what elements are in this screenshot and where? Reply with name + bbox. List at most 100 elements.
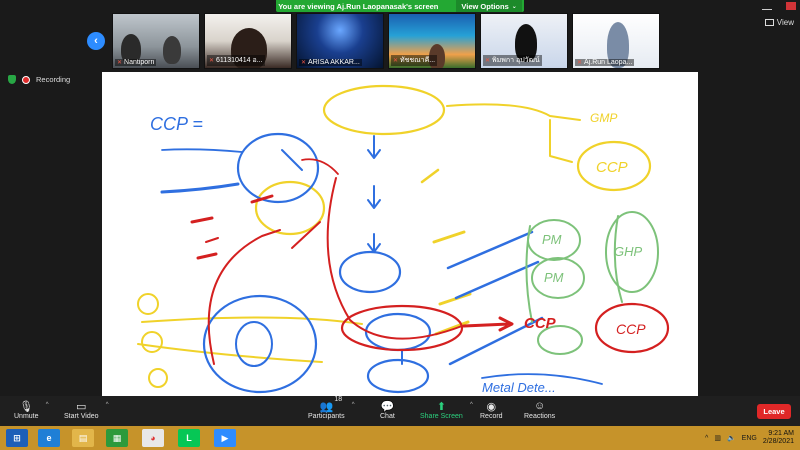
chevron-up-icon[interactable]: ^ [352,402,355,408]
leave-button[interactable]: Leave [757,404,791,419]
chevron-down-icon: ⌄ [511,3,517,10]
start-video-label: Start Video [64,413,99,420]
participants-button[interactable]: 👥 18 Participants ^ [308,396,355,420]
label-ccp-red-circle: CCP [616,321,646,337]
window-controls [762,2,796,10]
view-options-label: View Options [461,1,509,11]
view-options-button[interactable]: View Options ⌄ [456,0,522,12]
muted-mic-icon: ✕ [301,60,307,66]
participant-name: ✕ Nantiporn [115,59,157,66]
reactions-icon: ☺ [533,400,546,412]
yellow-circle-3 [148,368,168,388]
yellow-mark [438,292,472,306]
blue-ellipse [364,312,432,352]
clock-date: 2/28/2021 [762,438,794,445]
chat-button[interactable]: 💬 Chat [380,399,395,421]
line-icon[interactable]: L [178,429,200,447]
chevron-up-icon[interactable]: ^ [46,402,49,408]
yellow-circle-2 [141,331,163,353]
language-indicator[interactable]: ENG [742,435,757,442]
reactions-label: Reactions [524,413,556,420]
label-gmp: GMP [590,111,617,125]
green-bracket [525,225,533,323]
tray-chevron-icon[interactable]: ^ [705,435,708,442]
muted-mic-icon: ✕ [577,60,583,66]
whiteboard-drawing: CCP = GMP CCP CCP CCP PM PM GHP Metal De… [137,84,670,395]
yellow-ellipse-left [254,180,326,236]
minimize-icon[interactable] [762,2,772,10]
file-explorer-icon[interactable]: ▤ [72,429,94,447]
participants-icon: 👥 18 [319,396,343,413]
shield-icon[interactable] [8,75,16,84]
record-icon: ◉ [486,400,497,413]
yellow-mark [420,168,440,184]
unmute-label: Unmute [14,413,39,420]
blue-arrow [367,233,381,253]
chrome-icon[interactable]: ◕ [142,429,164,447]
clock-time: 9:21 AM [768,430,794,437]
system-tray: ^ ▥ 🔈 ENG 9:21 AM 2/28/2021 [705,430,794,446]
record-button[interactable]: ◉ Record [480,399,503,421]
blue-line [160,182,240,194]
participants-count: 18 [334,396,343,403]
yellow-line [137,343,323,363]
label-pm-1: PM [542,232,562,247]
red-mark [196,252,218,260]
red-mark [205,237,219,243]
grid-view-icon [764,19,774,26]
zoom-meeting-window: You are viewing Aj.Run Laopanasak's scre… [0,0,800,450]
view-button[interactable]: View [764,18,794,27]
participant-tile[interactable]: ✕ Aj.Run Laopa... [572,13,660,69]
viewing-text: You are viewing Aj.Run Laopanasak's scre… [278,1,439,11]
clock[interactable]: 9:21 AM 2/28/2021 [763,430,794,446]
windows-taskbar: ⊞ e ▤ ▦ ◕ L ▶ ^ ▥ 🔈 ENG 9:21 AM 2/28/202… [0,426,800,450]
chat-icon: 💬 [380,400,395,413]
meeting-toolbar: 🎙 Unmute ^ ▭ Start Video ^ 👥 18 Participa… [0,396,800,426]
maximize-icon[interactable] [774,2,784,10]
muted-mic-icon: ✕ [209,58,215,64]
label-ghp: GHP [614,244,643,259]
participant-tile[interactable]: ✕ ทัชชณาคี... [388,13,476,69]
recording-icon [22,75,30,84]
store-icon[interactable]: ▦ [106,429,128,447]
blue-ellipse [236,132,320,204]
recording-label: Recording [36,75,71,84]
yellow-line [446,103,581,121]
red-mark [190,216,214,224]
participant-name: ✕ Aj.Run Laopa... [575,59,635,66]
share-screen-label: Share Screen [420,413,463,420]
yellow-circle-1 [137,293,159,315]
share-screen-button[interactable]: ⬆ Share Screen ^ [420,399,473,421]
label-pm-2: PM [544,270,564,285]
participant-tile[interactable]: ✕ 611310414 อ... [204,13,292,69]
participant-name: ✕ พิมพกา อุปวัฒน์ [483,55,542,66]
zoom-icon[interactable]: ▶ [214,429,236,447]
blue-arrow [367,185,381,209]
participant-tile[interactable]: ✕ ARISA AKKAR... [296,13,384,69]
shared-screen-whiteboard[interactable]: CCP = GMP CCP CCP CCP PM PM GHP Metal De… [102,72,698,396]
volume-icon[interactable]: 🔈 [727,434,736,442]
back-arrow-icon[interactable]: ‹ [87,32,105,50]
reactions-button[interactable]: ☺ Reactions [524,399,555,420]
muted-mic-icon: ✕ [117,60,123,66]
start-windows-icon[interactable]: ⊞ [6,429,28,447]
internet-explorer-icon[interactable]: e [38,429,60,447]
participant-name: ✕ ARISA AKKAR... [299,59,362,66]
unmute-button[interactable]: 🎙 Unmute ^ [14,399,49,421]
chevron-up-icon[interactable]: ^ [106,402,109,408]
close-icon[interactable] [786,2,796,10]
record-label: Record [480,413,503,420]
blue-ellipse [235,321,273,367]
chat-label: Chat [380,413,395,420]
participant-tile[interactable]: ✕ พิมพกา อุปวัฒน์ [480,13,568,69]
network-icon[interactable]: ▥ [714,434,721,442]
chevron-up-icon[interactable]: ^ [470,402,473,408]
blue-ellipse [338,250,402,294]
muted-mic-icon: ✕ [485,58,491,64]
participant-tile[interactable]: ✕ Nantiporn [112,13,200,69]
participant-video [163,36,181,64]
label-ccp-red: CCP [524,315,557,332]
start-video-button[interactable]: ▭ Start Video ^ [64,399,109,421]
blue-ellipse [366,358,430,394]
participants-label: Participants [308,413,345,420]
